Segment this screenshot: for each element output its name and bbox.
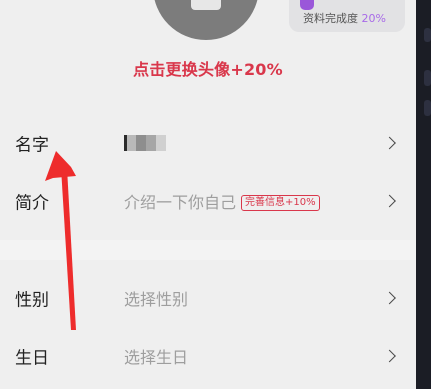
change-avatar-link[interactable]: 点击更换头像+20% <box>0 56 416 80</box>
background-app-mark <box>424 70 431 86</box>
completion-percent: 20% <box>361 12 386 25</box>
camera-icon <box>191 0 221 10</box>
bio-label: 简介 <box>15 193 49 214</box>
chevron-right-icon <box>383 136 396 150</box>
chevron-right-icon <box>383 194 396 208</box>
chevron-right-icon <box>383 291 396 305</box>
avatar[interactable] <box>153 0 259 40</box>
birthday-row[interactable]: 生日 选择生日 <box>0 327 416 385</box>
bio-bonus-tag: 完善信息+10% <box>241 195 320 211</box>
bio-placeholder: 介绍一下你自己 <box>124 193 237 212</box>
completion-text: 资料完成度 20% <box>303 10 386 26</box>
birthday-label: 生日 <box>15 348 49 369</box>
name-value-redacted <box>124 135 166 151</box>
chevron-right-icon <box>383 349 396 363</box>
gender-label: 性别 <box>15 290 49 311</box>
profile-edit-panel: 资料完成度 20% 点击更换头像+20% 名字 简介 介绍一下你自己 完善信息+1… <box>0 0 416 389</box>
name-row[interactable]: 名字 <box>0 114 416 172</box>
section-divider <box>0 240 416 260</box>
badge-icon <box>300 0 314 10</box>
name-label: 名字 <box>15 135 49 156</box>
background-app-strip <box>416 0 431 389</box>
background-app-mark <box>424 28 431 42</box>
background-app-mark <box>424 100 431 116</box>
bio-value: 介绍一下你自己 完善信息+10% <box>124 189 320 213</box>
bio-row[interactable]: 简介 介绍一下你自己 完善信息+10% <box>0 172 416 230</box>
profile-completion-badge: 资料完成度 20% <box>289 0 405 32</box>
gender-row[interactable]: 性别 选择性别 <box>0 269 416 327</box>
completion-label: 资料完成度 <box>303 12 358 25</box>
gender-placeholder: 选择性别 <box>124 290 189 309</box>
birthday-placeholder: 选择生日 <box>124 348 189 367</box>
